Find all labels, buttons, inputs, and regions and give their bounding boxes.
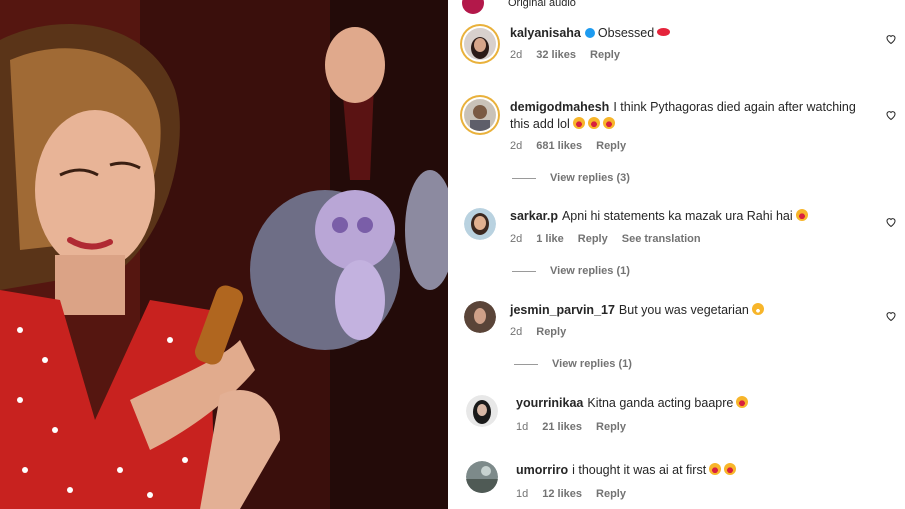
original-audio-label: Original audio xyxy=(508,0,576,9)
avatar[interactable] xyxy=(464,301,496,333)
like-heart-icon[interactable] xyxy=(885,310,897,322)
video-frame[interactable] xyxy=(0,0,448,509)
comment-meta: 2d 32 likes Reply xyxy=(510,49,620,61)
view-replies-label: View replies (1) xyxy=(550,265,630,277)
comment-meta: 1d 21 likes Reply xyxy=(516,421,626,433)
comment-username[interactable]: kalyanisaha xyxy=(510,26,581,40)
comment-username[interactable]: jesmin_parvin_17 xyxy=(510,303,615,317)
comment-meta: 2d 681 likes Reply xyxy=(510,140,626,152)
comment-body: i thought it was ai at first xyxy=(572,463,707,477)
comment-item: yourrinikaa Kitna ganda acting baapre 1d … xyxy=(448,393,905,443)
avatar-image xyxy=(464,28,496,60)
comment-body: Apni hi statements ka mazak ura Rahi hai xyxy=(561,209,793,223)
avatar[interactable] xyxy=(466,461,498,493)
see-translation-button[interactable]: See translation xyxy=(622,233,701,245)
comment-text: jesmin_parvin_17 But you was vegetarian xyxy=(510,302,764,319)
laughing-emoji-icon xyxy=(795,209,808,221)
comment-body: Obsessed xyxy=(597,26,655,40)
replies-divider xyxy=(512,177,536,179)
avatar-image xyxy=(464,208,496,240)
comment-likes[interactable]: 1 like xyxy=(536,233,564,245)
comment-meta: 1d 12 likes Reply xyxy=(516,488,626,500)
comment-username[interactable]: demigodmahesh xyxy=(510,100,609,114)
avatar-image xyxy=(466,395,498,427)
comment-likes[interactable]: 21 likes xyxy=(542,421,582,433)
view-replies-label: View replies (3) xyxy=(550,172,630,184)
lips-emoji-icon xyxy=(657,28,671,36)
laughing-emoji-icon xyxy=(602,117,615,129)
reply-button[interactable]: Reply xyxy=(578,233,608,245)
view-replies-label: View replies (1) xyxy=(552,358,632,370)
comment-body-line2: this add lol xyxy=(510,117,570,131)
audio-avatar xyxy=(462,0,484,14)
avatar[interactable] xyxy=(464,28,496,60)
reply-button[interactable]: Reply xyxy=(596,140,626,152)
view-replies-button[interactable]: View replies (1) xyxy=(514,358,632,370)
comment-text: umorriro i thought it was ai at first xyxy=(516,462,737,479)
laughing-emoji-icon xyxy=(709,463,722,475)
video-frame-illustration xyxy=(0,0,448,509)
comment-age: 2d xyxy=(510,326,523,338)
like-heart-icon[interactable] xyxy=(885,33,897,45)
comment-text-line2: this add lol xyxy=(510,116,615,133)
comment-username[interactable]: sarkar.p xyxy=(510,209,558,223)
comment-likes[interactable]: 681 likes xyxy=(536,140,582,152)
comment-text: kalyanisaha Obsessed xyxy=(510,25,671,42)
like-heart-icon[interactable] xyxy=(885,216,897,228)
comment-age: 1d xyxy=(516,421,529,433)
comment-age: 1d xyxy=(516,488,529,500)
reply-button[interactable]: Reply xyxy=(596,488,626,500)
like-heart-icon[interactable] xyxy=(885,109,897,121)
verified-badge-icon xyxy=(584,28,595,38)
avatar[interactable] xyxy=(464,208,496,240)
comment-item: umorriro i thought it was ai at first 1d … xyxy=(448,460,905,509)
laughing-emoji-icon xyxy=(572,117,585,129)
comment-age: 2d xyxy=(510,140,523,152)
avatar[interactable] xyxy=(466,395,498,427)
comment-username[interactable]: umorriro xyxy=(516,463,568,477)
replies-divider xyxy=(512,270,536,272)
grin-emoji-icon xyxy=(751,303,764,315)
comments-panel[interactable]: Original audio kalyanisaha Obsessed 2d 32… xyxy=(448,0,905,509)
comment-item: sarkar.p Apni hi statements ka mazak ura … xyxy=(448,206,905,284)
comment-text: yourrinikaa Kitna ganda acting baapre xyxy=(516,395,749,412)
comment-body: Kitna ganda acting baapre xyxy=(587,396,734,410)
comment-item: kalyanisaha Obsessed 2d 32 likes Reply xyxy=(448,22,905,72)
view-replies-button[interactable]: View replies (1) xyxy=(512,265,630,277)
comment-text: sarkar.p Apni hi statements ka mazak ura … xyxy=(510,208,808,225)
reply-button[interactable]: Reply xyxy=(536,326,566,338)
laughing-emoji-icon xyxy=(724,463,737,475)
avatar-image xyxy=(466,461,498,493)
comment-body: But you was vegetarian xyxy=(618,303,749,317)
avatar-image xyxy=(464,99,496,131)
laughing-emoji-icon xyxy=(736,396,749,408)
comment-age: 2d xyxy=(510,233,523,245)
reply-button[interactable]: Reply xyxy=(596,421,626,433)
comment-username[interactable]: yourrinikaa xyxy=(516,396,583,410)
comment-likes[interactable]: 12 likes xyxy=(542,488,582,500)
reply-button[interactable]: Reply xyxy=(590,49,620,61)
comment-body: I think Pythagoras died again after watc… xyxy=(613,100,856,114)
avatar-image xyxy=(464,301,496,333)
avatar[interactable] xyxy=(464,99,496,131)
comment-meta: 2d Reply xyxy=(510,326,566,338)
original-audio-row[interactable]: Original audio xyxy=(462,0,576,14)
comment-item: jesmin_parvin_17 But you was vegetarian 2… xyxy=(448,300,905,378)
comment-text: demigodmahesh I think Pythagoras died aga… xyxy=(510,99,870,116)
comment-age: 2d xyxy=(510,49,523,61)
comment-item: demigodmahesh I think Pythagoras died aga… xyxy=(448,94,905,190)
comment-likes[interactable]: 32 likes xyxy=(536,49,576,61)
laughing-emoji-icon xyxy=(587,117,600,129)
comment-meta: 2d 1 like Reply See translation xyxy=(510,233,701,245)
view-replies-button[interactable]: View replies (3) xyxy=(512,172,630,184)
replies-divider xyxy=(514,363,538,365)
